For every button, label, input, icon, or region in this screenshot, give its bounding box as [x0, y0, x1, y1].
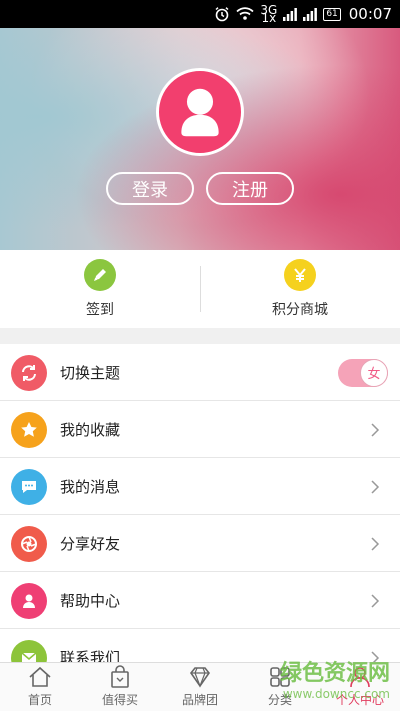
alarm-icon — [214, 4, 230, 24]
tab-label: 值得买 — [101, 693, 138, 707]
tab-home[interactable]: 首页 — [0, 663, 80, 711]
chevron-right-icon — [371, 593, 380, 608]
mail-icon — [11, 639, 47, 662]
login-button[interactable]: 登录 — [106, 172, 194, 205]
star-icon — [11, 411, 47, 448]
quick-actions: 签到 积分商城 — [0, 250, 400, 328]
watermark-title: 绿色资源网 — [279, 661, 390, 686]
chevron-right-icon — [371, 479, 380, 494]
menu-item-label: 我的收藏 — [60, 421, 121, 439]
register-button[interactable]: 注册 — [206, 172, 294, 205]
checkin-label: 签到 — [86, 302, 114, 318]
avatar-person-icon — [181, 88, 219, 137]
status-time: 00:07 — [348, 5, 392, 23]
person-icon — [11, 582, 47, 619]
tab-worth-buying[interactable]: 值得买 — [80, 663, 160, 711]
watermark: 绿色资源网 www.downcc.com — [280, 655, 390, 701]
status-bar: 3G 1x 61 00:07 — [0, 0, 400, 28]
avatar[interactable] — [156, 68, 244, 156]
checkin-button[interactable]: 签到 — [0, 250, 200, 328]
menu-item-messages[interactable]: 我的消息 — [0, 458, 400, 515]
network-type: 3G 1x — [260, 3, 278, 25]
menu-item-help[interactable]: 帮助中心 — [0, 572, 400, 629]
menu-item-label: 分享好友 — [60, 535, 121, 553]
toggle-knob: 女 — [360, 358, 388, 387]
menu-item-switch-theme[interactable]: 切换主题 女 — [0, 344, 400, 401]
tab-brand-group[interactable]: 品牌团 — [160, 663, 240, 711]
tab-label: 品牌团 — [181, 693, 218, 707]
signal-icon — [283, 4, 298, 24]
diamond-icon — [190, 667, 210, 688]
home-icon — [29, 666, 51, 687]
menu-item-favorites[interactable]: 我的收藏 — [0, 401, 400, 458]
watermark-url: www.downcc.com — [282, 687, 390, 701]
settings-menu: 切换主题 女 我的收藏 我的消息 分享好友 帮助中心 联系我们 — [0, 344, 400, 662]
points-mall-button[interactable]: 积分商城 — [200, 250, 400, 328]
pencil-icon — [84, 259, 116, 291]
signal-icon-2 — [303, 4, 318, 24]
chat-icon — [11, 468, 47, 505]
aperture-icon — [11, 525, 47, 562]
battery-indicator: 61 — [323, 7, 341, 21]
refresh-icon — [11, 354, 47, 391]
tab-label: 首页 — [27, 693, 52, 707]
points-mall-label: 积分商城 — [272, 302, 328, 318]
yen-icon — [284, 259, 316, 291]
menu-item-share[interactable]: 分享好友 — [0, 515, 400, 572]
wifi-icon — [236, 4, 254, 24]
profile-header: 登录 注册 — [0, 28, 400, 250]
theme-toggle[interactable]: 女 — [338, 358, 388, 387]
menu-item-label: 切换主题 — [60, 364, 121, 382]
menu-item-label: 我的消息 — [60, 478, 121, 496]
chevron-right-icon — [371, 422, 380, 437]
menu-item-label: 帮助中心 — [60, 592, 121, 610]
chevron-right-icon — [371, 536, 380, 551]
bag-icon — [111, 665, 129, 688]
